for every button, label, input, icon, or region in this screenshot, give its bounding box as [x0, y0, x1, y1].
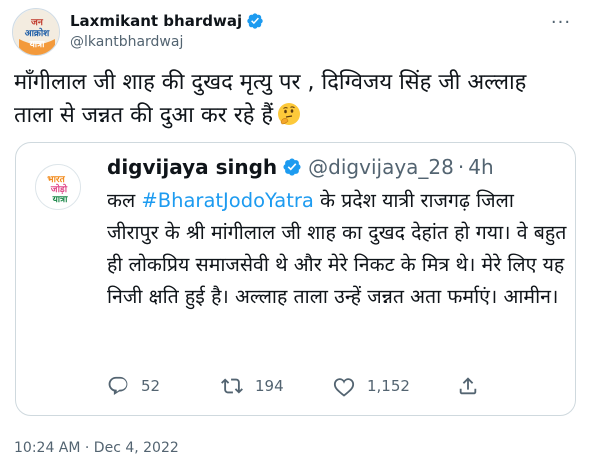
share-icon: [459, 377, 477, 395]
quoted-tweet-header: digvijaya singh @digvijaya_28 · 4h: [107, 152, 494, 182]
svg-text:भारत: भारत: [47, 175, 65, 185]
tweet-text-line-2: ताला से जन्नत की दुआ कर रहे हैं: [14, 103, 274, 128]
reply-icon: [108, 376, 128, 396]
more-options-icon[interactable]: ···: [550, 12, 572, 33]
verified-badge-icon: [247, 13, 263, 29]
author-avatar[interactable]: जन आक्रोश यात्रा: [12, 8, 60, 56]
retweet-button[interactable]: 194: [221, 375, 284, 397]
retweet-icon: [221, 378, 243, 394]
quoted-tweet-actions: 52 194 1,152: [107, 371, 527, 401]
quoted-tweet[interactable]: भारत जोड़ो यात्रा digvijaya singh @digvi…: [15, 142, 576, 416]
like-button[interactable]: 1,152: [333, 375, 410, 397]
heart-icon: [333, 378, 355, 397]
tweet-text-line-2-row: ताला से जन्नत की दुआ कर रहे हैं: [14, 99, 579, 132]
quoted-text-prefix: कल: [107, 189, 142, 212]
retweet-count: 194: [255, 377, 284, 395]
svg-text:आक्रोश: आक्रोश: [25, 27, 50, 39]
svg-text:यात्रा: यात्रा: [52, 195, 69, 205]
tweet-text: माँगीलाल जी शाह की दुखद मृत्यु पर , दिग्…: [14, 66, 579, 132]
reply-button[interactable]: 52: [107, 375, 160, 397]
quoted-author-name[interactable]: digvijaya singh: [107, 155, 277, 179]
author-handle[interactable]: @lkantbhardwaj: [70, 34, 264, 50]
svg-text:जन: जन: [30, 18, 44, 28]
thinking-face-icon: [278, 103, 301, 125]
separator-dot: ·: [457, 155, 465, 179]
hashtag-link[interactable]: #BharatJodoYatra: [141, 189, 313, 212]
like-count: 1,152: [367, 377, 410, 395]
verified-badge-icon: [283, 158, 301, 176]
quoted-tweet-text: कल #BharatJodoYatra के प्रदेश यात्री राज…: [107, 185, 569, 313]
display-name-row: Laxmikant bhardwaj: [70, 11, 264, 31]
author-display-name[interactable]: Laxmikant bhardwaj: [70, 12, 242, 30]
svg-text:यात्रा: यात्रा: [29, 40, 46, 50]
tweet-timestamp[interactable]: 10:24 AM · Dec 4, 2022: [14, 440, 179, 456]
svg-text:जोड़ो: जोड़ो: [50, 183, 68, 195]
share-button[interactable]: [457, 375, 491, 397]
quoted-author-avatar[interactable]: भारत जोड़ो यात्रा: [35, 164, 81, 210]
quoted-author-handle[interactable]: @digvijaya_28: [308, 155, 454, 179]
tweet-header: जन आक्रोश यात्रा Laxmikant bhardwaj @lka…: [12, 8, 572, 56]
quoted-tweet-time[interactable]: 4h: [468, 155, 493, 179]
author-names: Laxmikant bhardwaj @lkantbhardwaj: [70, 11, 264, 50]
reply-count: 52: [141, 377, 161, 395]
tweet-text-line-1: माँगीलाल जी शाह की दुखद मृत्यु पर , दिग्…: [14, 70, 527, 95]
